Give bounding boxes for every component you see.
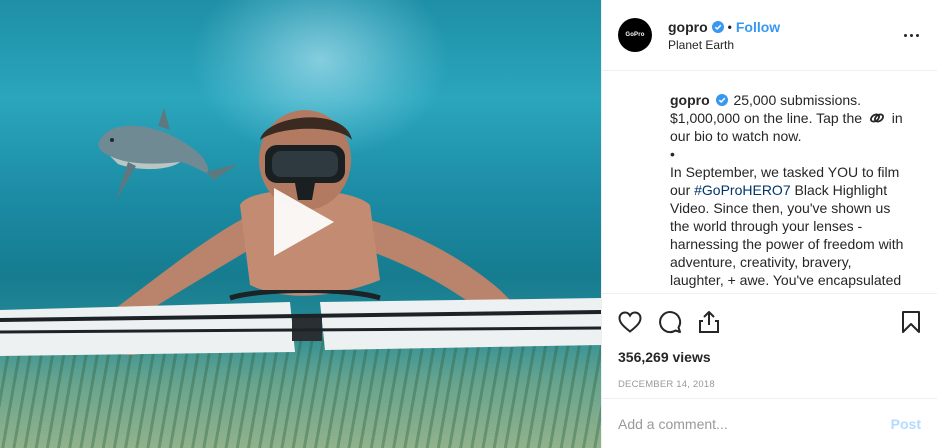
caption-text: adventure, creativity, bravery, [670,254,852,271]
comment-icon[interactable] [658,302,698,342]
post-date: DECEMBER 14, 2018 [618,378,715,390]
caption-bullet: • [670,146,675,163]
post-side-panel: GoPro gopro • Follow Planet Earth gopro … [601,0,937,448]
more-options-icon[interactable] [901,25,921,45]
header-username-row: gopro • Follow [668,19,901,35]
post-header: GoPro gopro • Follow Planet Earth [602,0,937,72]
caption-text: Black Highlight [794,182,888,199]
hashtag-link[interactable]: #GoProHERO7 [694,182,790,198]
caption-text: laughter, + awe. You've encapsulated [670,272,902,289]
username-link[interactable]: gopro [668,19,708,35]
sea-scooter-board [0,290,601,356]
verified-badge-icon [711,20,724,33]
separator-dot: • [727,19,732,34]
location-link[interactable]: Planet Earth [668,38,901,52]
caption: gopro 25,000 submissions. $1,000,000 on … [602,71,937,293]
instagram-post: GoPro gopro • Follow Planet Earth gopro … [0,0,937,448]
verified-badge-icon [715,94,728,107]
bookmark-icon[interactable] [881,302,921,342]
action-bar [602,293,937,348]
comment-bar: Post [602,398,937,448]
caption-text: our bio to watch now. [670,128,802,145]
share-icon[interactable] [698,302,738,342]
caption-text: in [891,110,903,127]
caption-text: $1,000,000 on the line. Tap the [670,110,863,127]
avatar[interactable]: GoPro [618,18,652,53]
follow-button[interactable]: Follow [736,19,780,35]
caption-text: 25,000 submissions. [733,92,862,109]
header-text: gopro • Follow Planet Earth [668,19,901,52]
view-count[interactable]: 356,269 views [602,349,937,371]
caption-text: harnessing the power of freedom with [670,236,904,253]
caption-line-hashtag: our #GoProHERO7 Black Highlight [670,181,913,199]
post-comment-button[interactable]: Post [891,416,921,432]
post-video[interactable] [0,0,601,448]
play-icon[interactable] [270,186,336,258]
caption-line-2: $1,000,000 on the line. Tap the in [670,109,913,127]
caption-text: the world through your lenses - [670,218,863,235]
caption-text: our [670,182,691,199]
comment-input[interactable] [618,415,891,432]
avatar-logo: GoPro [625,32,645,39]
caption-text: Video. Since then, you've shown us [670,200,891,217]
caption-username[interactable]: gopro [670,92,710,108]
heart-icon[interactable] [618,302,658,342]
caption-line-1: gopro 25,000 submissions. [670,91,913,109]
caption-text: In September, we tasked YOU to film [670,164,900,181]
link-icon [869,113,884,123]
